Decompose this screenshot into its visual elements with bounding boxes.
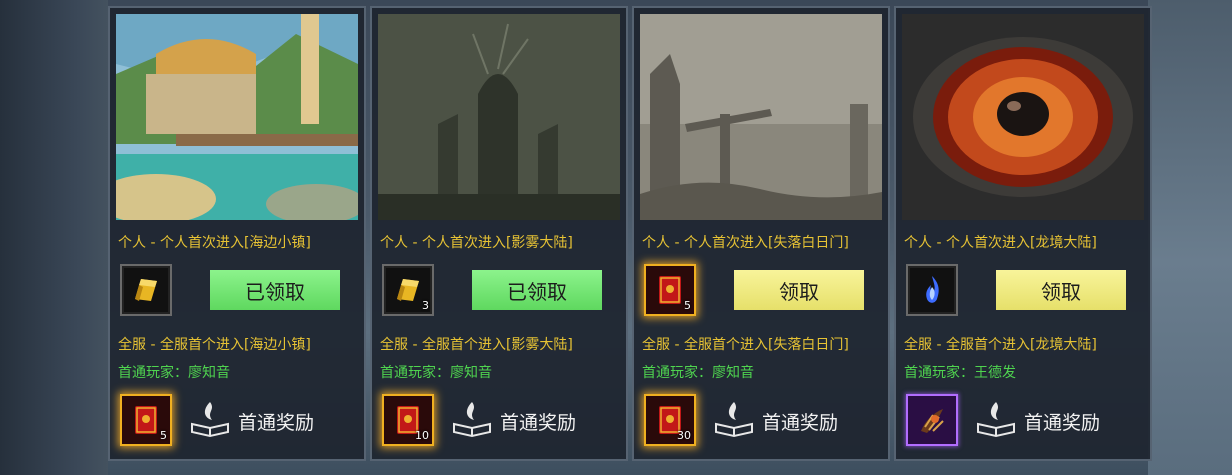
dragon-realm-image [902, 14, 1144, 220]
claimed-button[interactable]: 已领取 [472, 270, 602, 310]
open-book-flame-icon [191, 402, 229, 438]
reward-count: 3 [422, 299, 429, 312]
personal-reward-slot[interactable]: 3 [382, 264, 434, 316]
first-clear-reward-slot[interactable]: 30 [644, 394, 696, 446]
first-clear-player-name: 王德发 [974, 365, 1016, 381]
purple-claw-icon [921, 409, 944, 433]
seaside-town-image [116, 14, 358, 220]
first-clear-player: 首通玩家：王德发 [904, 362, 1016, 382]
open-book-flame-icon [715, 402, 753, 438]
map-card-seaside-town: 个人 - 个人首次进入[海边小镇] 已领取 全服 - 全服首个进入[海边小镇] … [108, 6, 366, 461]
red-book-icon [135, 406, 157, 434]
first-clear-player-name: 廖知音 [450, 365, 492, 381]
reward-count: 5 [684, 299, 691, 312]
first-clear-player-name: 廖知音 [188, 365, 230, 381]
background-left [0, 0, 108, 475]
reward-count: 5 [160, 429, 167, 442]
background-right [1148, 0, 1232, 475]
first-clear-player-label: 首通玩家： [118, 365, 188, 381]
reward-count: 10 [415, 429, 429, 442]
red-book-icon [659, 276, 681, 304]
map-card-shadow-mist: 个人 - 个人首次进入[影雾大陆] 3 已领取 全服 - 全服首个进入[影雾大陆… [370, 6, 628, 461]
first-clear-reward-label: 首通奖励 [1024, 412, 1101, 434]
lost-white-gate-image [640, 14, 882, 220]
shadow-mist-image [378, 14, 620, 220]
personal-first-entry-text: 个人 - 个人首次进入[影雾大陆] [380, 235, 573, 251]
map-card-dragon-realm: 个人 - 个人首次进入[龙境大陆] 领取 全服 - 全服首个进入[龙境大陆] 首… [894, 6, 1152, 461]
claim-button[interactable]: 领取 [996, 270, 1126, 310]
first-clear-reward-label: 首通奖励 [238, 412, 315, 434]
map-card-row: 个人 - 个人首次进入[海边小镇] 已领取 全服 - 全服首个进入[海边小镇] … [108, 6, 1152, 461]
server-first-entry-text: 全服 - 全服首个进入[海边小镇] [118, 337, 311, 353]
personal-reward-slot[interactable] [120, 264, 172, 316]
server-first-entry-text: 全服 - 全服首个进入[龙境大陆] [904, 337, 1097, 353]
first-clear-reward-label: 首通奖励 [762, 412, 839, 434]
first-clear-player-label: 首通玩家： [380, 365, 450, 381]
first-clear-player-label: 首通玩家： [904, 365, 974, 381]
first-clear-reward-label: 首通奖励 [500, 412, 577, 434]
open-book-flame-icon [453, 402, 491, 438]
blue-flame-icon [926, 276, 939, 303]
personal-first-entry-text: 个人 - 个人首次进入[龙境大陆] [904, 235, 1097, 251]
personal-first-entry-text: 个人 - 个人首次进入[海边小镇] [118, 235, 311, 251]
map-card-lost-white-gate: 个人 - 个人首次进入[失落白日门] 5 领取 全服 - 全服首个进入[失落白日… [632, 6, 890, 461]
first-clear-player: 首通玩家：廖知音 [642, 362, 754, 382]
server-first-entry-text: 全服 - 全服首个进入[失落白日门] [642, 337, 849, 353]
claim-button[interactable]: 领取 [734, 270, 864, 310]
personal-reward-slot[interactable] [906, 264, 958, 316]
first-clear-reward-slot[interactable] [906, 394, 958, 446]
claimed-button[interactable]: 已领取 [210, 270, 340, 310]
first-clear-reward-slot[interactable]: 10 [382, 394, 434, 446]
open-book-flame-icon [977, 402, 1015, 438]
server-first-entry-text: 全服 - 全服首个进入[影雾大陆] [380, 337, 573, 353]
gold-bar-icon [397, 279, 419, 301]
gold-bar-icon [135, 279, 157, 301]
first-clear-reward-slot[interactable]: 5 [120, 394, 172, 446]
first-clear-player-label: 首通玩家： [642, 365, 712, 381]
first-clear-player-name: 廖知音 [712, 365, 754, 381]
first-clear-player: 首通玩家：廖知音 [380, 362, 492, 382]
personal-first-entry-text: 个人 - 个人首次进入[失落白日门] [642, 235, 849, 251]
personal-reward-slot[interactable]: 5 [644, 264, 696, 316]
reward-count: 30 [677, 429, 691, 442]
first-clear-player: 首通玩家：廖知音 [118, 362, 230, 382]
